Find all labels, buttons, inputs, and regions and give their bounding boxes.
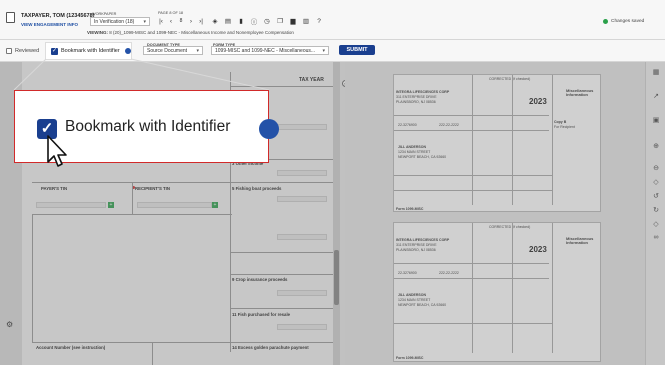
cursor-icon	[47, 135, 67, 167]
callout-connector	[13, 58, 270, 91]
bookmark-label-zoomed: Bookmark with Identifier	[65, 118, 231, 135]
identifier-indicator-zoomed	[259, 119, 279, 139]
